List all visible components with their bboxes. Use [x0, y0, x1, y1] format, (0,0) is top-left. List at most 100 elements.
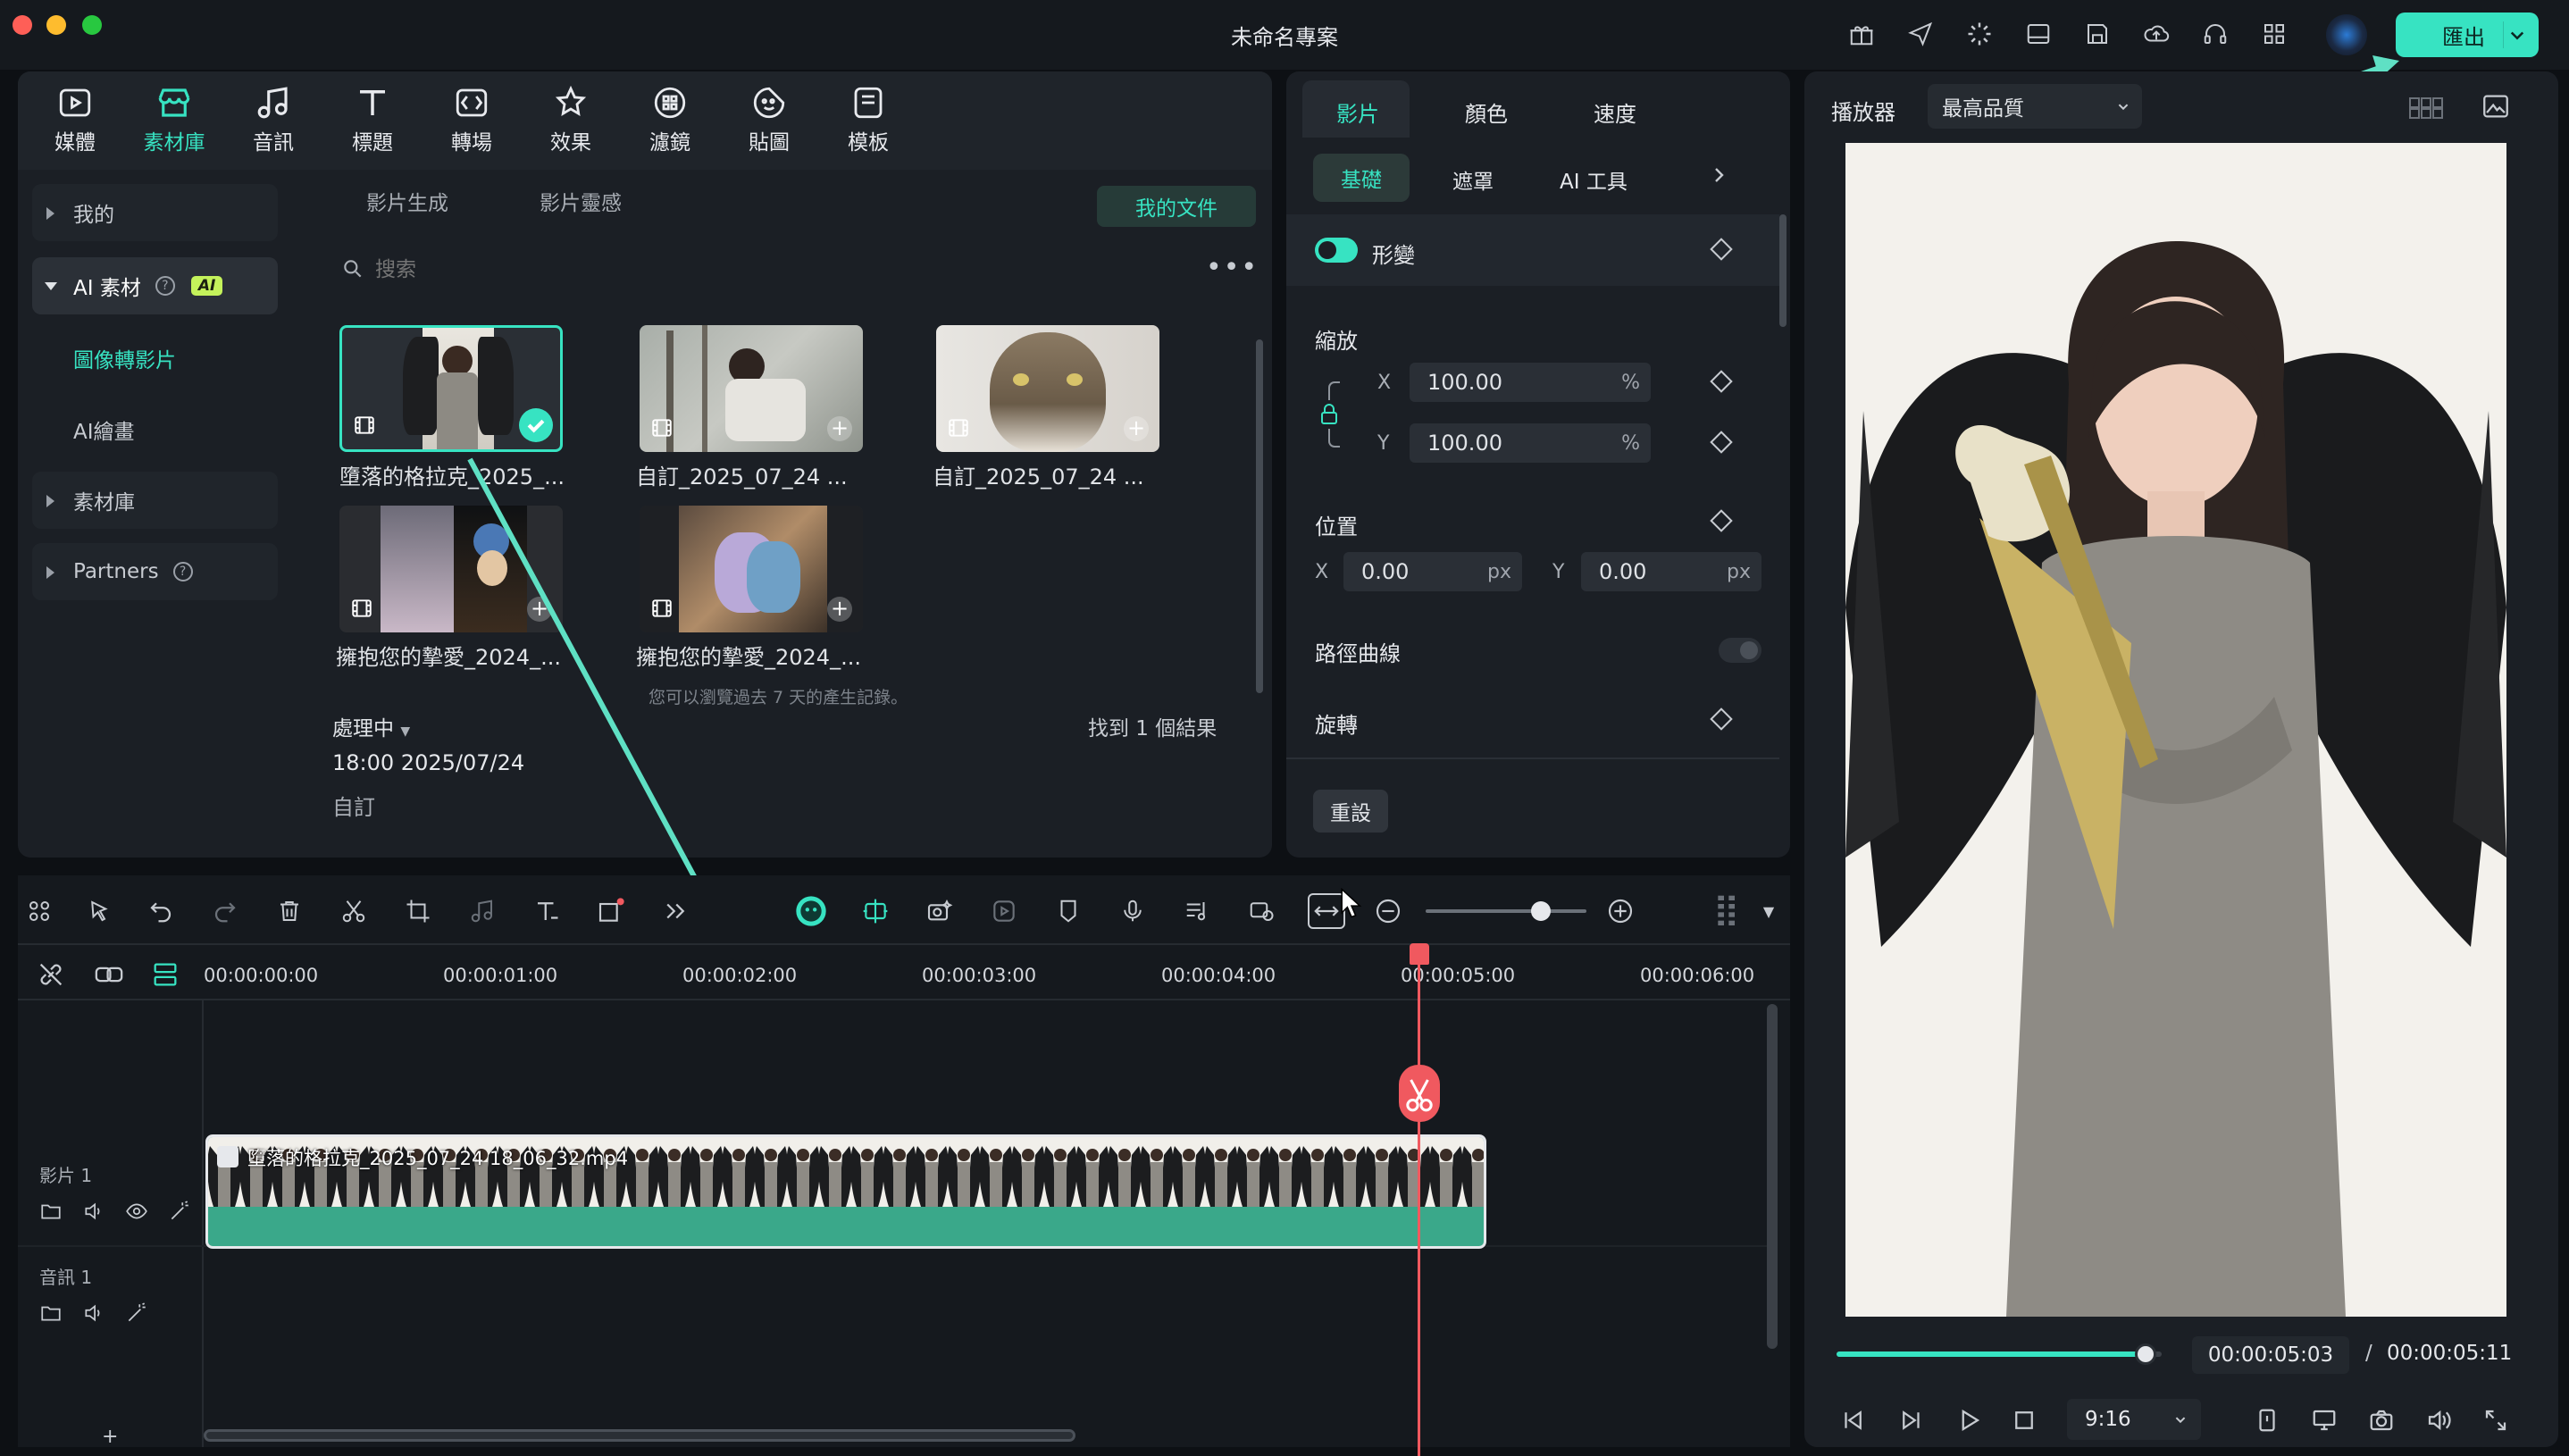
- tab-transition[interactable]: 轉場: [427, 80, 516, 155]
- thumbnail-woman-park[interactable]: +: [640, 325, 863, 452]
- headset-icon[interactable]: [2197, 16, 2233, 52]
- subtab-mask[interactable]: 遮罩: [1452, 164, 1494, 195]
- reset-button[interactable]: 重設: [1313, 790, 1388, 833]
- zoom-in-icon[interactable]: [1602, 883, 1638, 940]
- prev-frame-icon[interactable]: [1833, 1401, 1872, 1440]
- more-options-icon[interactable]: •••: [1206, 255, 1259, 281]
- help-icon[interactable]: ?: [172, 562, 193, 582]
- subtab-video-inspiration[interactable]: 影片靈感: [540, 186, 622, 216]
- play-icon[interactable]: [1949, 1401, 1988, 1440]
- marker-icon[interactable]: [1050, 883, 1086, 940]
- motion-icon[interactable]: [986, 883, 1022, 940]
- timeline-vertical-scrollbar[interactable]: [1767, 1004, 1778, 1349]
- playback-progress[interactable]: [1837, 1351, 2162, 1357]
- position-x-field[interactable]: 0.00 px: [1343, 552, 1522, 591]
- ai-cut-icon[interactable]: [858, 883, 893, 940]
- sidebar-item-image-to-video[interactable]: 圖像轉影片: [73, 343, 176, 373]
- scale-y-field[interactable]: 100.00%: [1410, 423, 1651, 463]
- microphone-icon[interactable]: [1115, 883, 1151, 940]
- properties-scrollbar[interactable]: [1779, 214, 1787, 327]
- ai-camera-icon[interactable]: [922, 883, 958, 940]
- more-tools-icon[interactable]: [657, 883, 693, 940]
- tab-audio[interactable]: 音訊: [229, 80, 318, 155]
- preview-canvas[interactable]: [1845, 143, 2506, 1317]
- stop-icon[interactable]: [2004, 1401, 2044, 1440]
- tab-filter[interactable]: 濾鏡: [625, 80, 715, 155]
- ai-face-icon[interactable]: [793, 883, 829, 940]
- grid-apps-icon[interactable]: [2256, 16, 2292, 52]
- avatar[interactable]: [2326, 14, 2367, 55]
- tab-media[interactable]: 媒體: [30, 80, 120, 155]
- select-tool-icon[interactable]: [82, 883, 118, 940]
- link-clip-icon[interactable]: [93, 959, 125, 990]
- layout-icon[interactable]: [2021, 16, 2056, 52]
- snapshot-icon[interactable]: [2362, 1401, 2401, 1440]
- magic-wand-icon[interactable]: [168, 1200, 191, 1223]
- caret-down-icon[interactable]: ▼: [1751, 883, 1787, 940]
- subtab-video-generation[interactable]: 影片生成: [366, 186, 448, 216]
- cloud-upload-icon[interactable]: [2138, 16, 2174, 52]
- track-settings-icon[interactable]: [150, 959, 180, 990]
- tab-title[interactable]: 標題: [328, 80, 417, 155]
- my-files-button[interactable]: 我的文件: [1097, 186, 1256, 227]
- tab-template[interactable]: 模板: [824, 80, 913, 155]
- scissors-icon[interactable]: [1399, 1065, 1440, 1122]
- add-icon[interactable]: +: [1124, 416, 1149, 441]
- subtab-basic[interactable]: 基礎: [1313, 154, 1410, 202]
- crop-icon[interactable]: [400, 883, 436, 940]
- timeline-ruler[interactable]: 00:00:00:00 00:00:01:00 00:00:02:00 00:0…: [202, 945, 1779, 999]
- quality-select[interactable]: 最高品質: [1928, 84, 2142, 129]
- playhead[interactable]: [1418, 947, 1420, 1456]
- redo-icon[interactable]: [207, 883, 243, 940]
- add-icon[interactable]: +: [827, 416, 852, 441]
- audio-edit-icon[interactable]: [464, 883, 500, 940]
- tab-video[interactable]: 影片: [1336, 96, 1379, 128]
- split-icon[interactable]: [336, 883, 372, 940]
- playback-slider-thumb[interactable]: [2134, 1343, 2156, 1365]
- chevron-right-icon[interactable]: [1708, 164, 1729, 186]
- lock-icon[interactable]: [1318, 375, 1361, 454]
- thumbnail-cat[interactable]: +: [936, 325, 1159, 452]
- playhead-handle[interactable]: [1410, 943, 1429, 965]
- current-time[interactable]: 00:00:05:03: [2192, 1336, 2349, 1374]
- fullscreen-icon[interactable]: [2476, 1401, 2515, 1440]
- text-tool-icon[interactable]: [529, 883, 565, 940]
- folder-icon[interactable]: [39, 1301, 63, 1325]
- search-input[interactable]: [375, 254, 822, 286]
- tab-speed[interactable]: 速度: [1594, 96, 1636, 128]
- sidebar-item-mine[interactable]: 我的: [32, 184, 278, 241]
- next-frame-icon[interactable]: [1892, 1401, 1931, 1440]
- shape-icon[interactable]: [593, 883, 629, 940]
- volume-icon[interactable]: [2419, 1401, 2458, 1440]
- timeline-horizontal-scrollbar[interactable]: [204, 1429, 1075, 1442]
- thumbnail-embrace[interactable]: +: [640, 506, 863, 632]
- gift-icon[interactable]: [1844, 16, 1879, 52]
- speaker-icon[interactable]: [82, 1301, 105, 1325]
- sidebar-item-library[interactable]: 素材庫: [32, 472, 278, 529]
- sticker-edit-icon[interactable]: [1243, 883, 1279, 940]
- sidebar-item-ai-assets[interactable]: AI 素材? AI: [32, 257, 278, 314]
- scale-x-field[interactable]: 100.00%: [1410, 363, 1651, 402]
- sidebar-item-ai-drawing[interactable]: AI繪畫: [73, 414, 135, 445]
- thumbnail-paintings[interactable]: +: [339, 506, 563, 632]
- layout-grid-icon[interactable]: [21, 883, 57, 940]
- subtab-ai-tools[interactable]: AI 工具: [1560, 164, 1628, 195]
- music-list-icon[interactable]: [1179, 883, 1215, 940]
- image-icon[interactable]: [2478, 91, 2514, 121]
- link-icon[interactable]: [36, 959, 66, 990]
- path-curve-toggle[interactable]: [1719, 638, 1761, 663]
- sidebar-item-partners[interactable]: Partners?: [32, 543, 278, 600]
- mark-icon[interactable]: [2247, 1401, 2287, 1440]
- tab-sticker[interactable]: 貼圖: [724, 80, 814, 155]
- add-icon[interactable]: +: [827, 597, 852, 622]
- thumbnail-angel[interactable]: [339, 325, 563, 452]
- magic-wand-icon[interactable]: [125, 1301, 148, 1325]
- chevron-down-icon[interactable]: [2503, 21, 2530, 48]
- speaker-icon[interactable]: [82, 1200, 105, 1223]
- library-scrollbar[interactable]: [1256, 339, 1263, 693]
- processing-dropdown[interactable]: 處理中 ▼: [332, 711, 410, 741]
- send-icon[interactable]: [1903, 16, 1938, 52]
- grid-view-icon[interactable]: [2408, 95, 2444, 121]
- zoom-slider-thumb[interactable]: [1531, 901, 1551, 921]
- delete-icon[interactable]: [272, 883, 307, 940]
